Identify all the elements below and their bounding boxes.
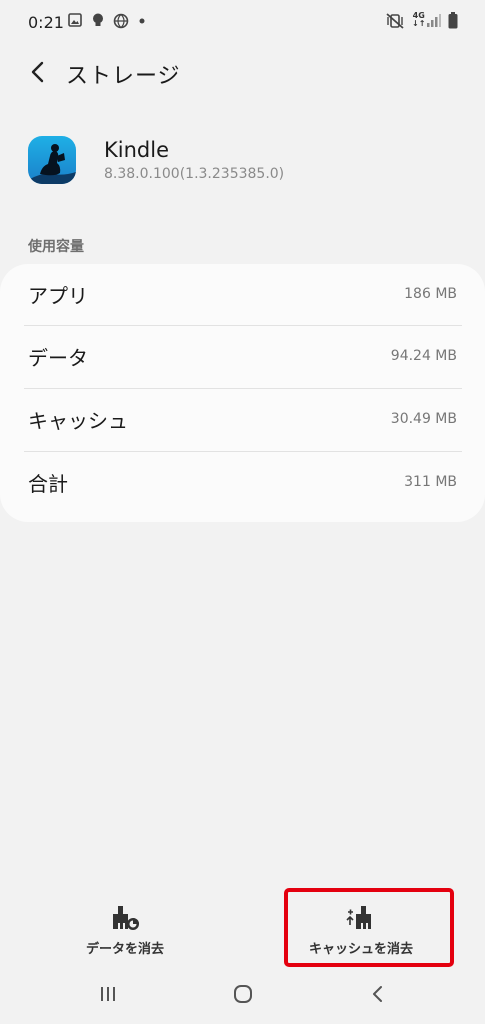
storage-row-total: 合計 311 MB (0, 452, 485, 514)
row-label: 合計 (28, 472, 68, 496)
dot-icon (139, 18, 145, 24)
kindle-reader-icon (28, 136, 76, 184)
storage-row-data: データ 94.24 MB (0, 326, 485, 388)
row-value: 186 MB (404, 286, 457, 302)
navigation-bar (0, 972, 485, 1024)
app-version: 8.38.0.100(1.3.235385.0) (104, 166, 285, 182)
network-4g-icon: 4G ↓↑ (412, 11, 426, 28)
row-value: 311 MB (404, 474, 457, 490)
storage-card: アプリ 186 MB データ 94.24 MB キャッシュ 30.49 MB 合… (0, 264, 485, 522)
vibrate-mute-icon (386, 13, 404, 29)
home-button[interactable] (223, 982, 263, 1012)
storage-row-cache: キャッシュ 30.49 MB (0, 389, 485, 451)
storage-row-app: アプリ 186 MB (0, 264, 485, 326)
recent-apps-icon (101, 987, 115, 1001)
highlight-box (284, 888, 454, 967)
bulb-icon (92, 13, 104, 28)
app-name: Kindle (104, 138, 169, 162)
home-icon (234, 985, 252, 1003)
signal-icon (427, 13, 441, 27)
app-bar: ストレージ (0, 50, 485, 96)
clear-data-label: データを消去 (85, 942, 164, 957)
chevron-left-icon (31, 61, 44, 83)
clear-data-icon (113, 906, 139, 930)
back-button[interactable] (22, 56, 54, 88)
row-label: キャッシュ (28, 409, 128, 433)
storage-screen: 0:21 4G ↓↑ ストレージ Kindle 8.38.0.100(1.3.2… (0, 0, 485, 1024)
screen-title: ストレージ (66, 64, 181, 89)
back-nav-button[interactable] (358, 982, 398, 1012)
row-label: データ (28, 346, 88, 370)
back-icon (373, 986, 382, 1002)
recent-apps-button[interactable] (88, 982, 128, 1012)
row-label: アプリ (28, 284, 88, 308)
clear-data-button[interactable]: データを消去 (40, 898, 210, 964)
battery-icon (448, 12, 458, 29)
row-value: 30.49 MB (390, 411, 457, 427)
vpn-globe-icon (113, 13, 129, 29)
image-icon (68, 13, 82, 27)
row-value: 94.24 MB (390, 348, 457, 364)
section-header: 使用容量 (28, 239, 84, 255)
status-time: 0:21 (28, 13, 64, 32)
status-bar: 0:21 4G ↓↑ (0, 0, 485, 46)
